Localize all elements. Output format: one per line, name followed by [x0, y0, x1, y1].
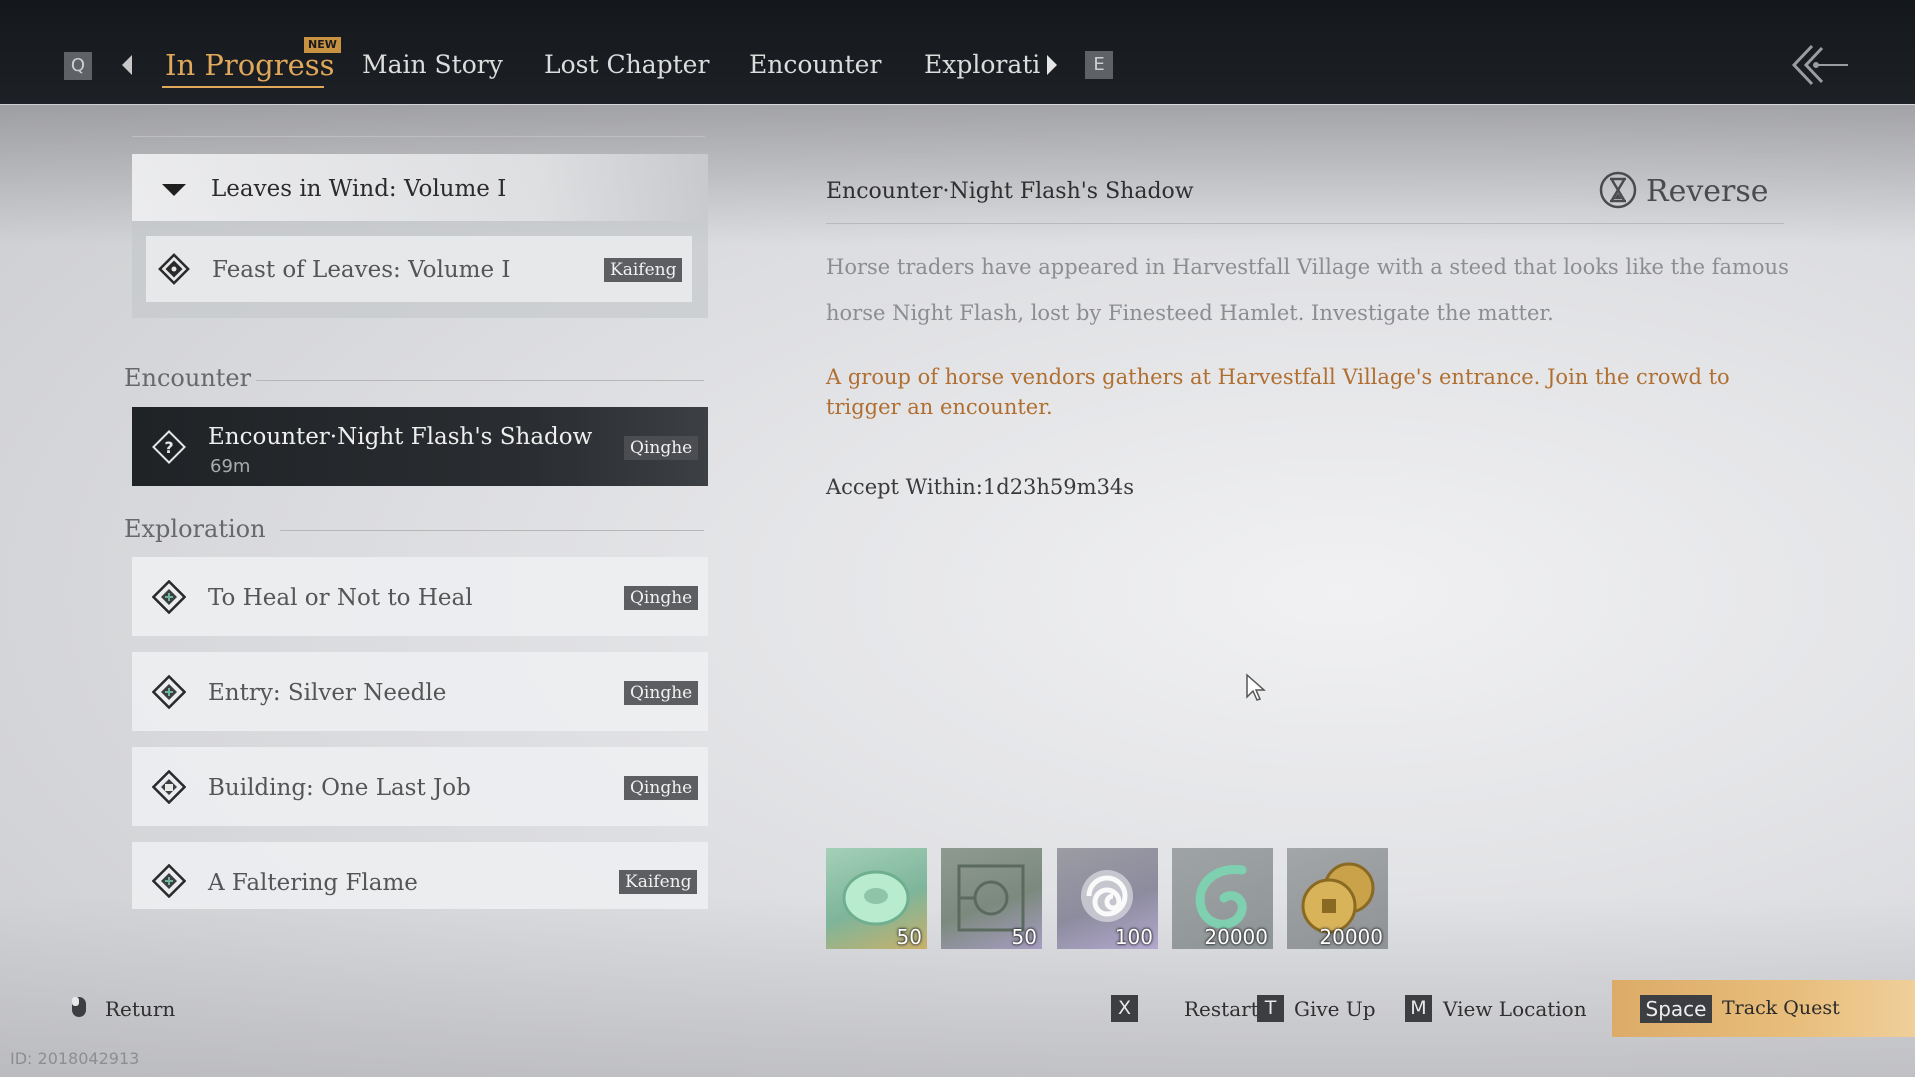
exploration-diamond-icon — [152, 580, 186, 614]
detail-title: Encounter·Night Flash's Shadow — [826, 179, 1194, 204]
region-tag: Qinghe — [624, 586, 699, 610]
selected-quest-name: Encounter·Night Flash's Shadow — [208, 424, 593, 450]
tab-encounter[interactable]: Encounter — [749, 50, 881, 79]
back-arrow-icon[interactable] — [1790, 40, 1850, 90]
section-divider — [256, 380, 704, 381]
new-badge: NEW — [304, 37, 341, 53]
building-diamond-icon — [152, 770, 186, 804]
quest-name: Building: One Last Job — [208, 775, 471, 801]
giveup-key[interactable]: T — [1257, 995, 1284, 1022]
main-quest-diamond-icon — [158, 253, 190, 285]
svg-text:?: ? — [164, 438, 173, 457]
next-tab-key[interactable]: E — [1085, 51, 1113, 79]
quest-name: To Heal or Not to Heal — [208, 585, 473, 611]
reward-coins[interactable]: 20000 — [1287, 848, 1388, 949]
tab-in-progress[interactable]: In Progress — [165, 48, 335, 82]
region-tag: Kaifeng — [604, 258, 683, 282]
region-tag: Qinghe — [624, 436, 699, 460]
quest-distance: 69m — [210, 456, 251, 477]
tab-exploration[interactable]: Explorati — [924, 50, 1040, 79]
reward-qty: 50 — [1011, 925, 1037, 949]
collapse-triangle-icon[interactable] — [162, 184, 186, 196]
mouse-cursor-icon — [1246, 673, 1266, 701]
list-top-divider — [132, 136, 705, 137]
reward-jade-ring[interactable]: 50 — [826, 848, 927, 949]
reward-spiral-essence[interactable]: 100 — [1057, 848, 1158, 949]
view-location-key[interactable]: M — [1405, 995, 1432, 1022]
volume-title: Leaves in Wind: Volume I — [211, 176, 507, 202]
exploration-diamond-icon — [152, 675, 186, 709]
tab-main-story[interactable]: Main Story — [362, 50, 503, 79]
reward-qty: 50 — [896, 925, 922, 949]
region-tag: Qinghe — [624, 776, 699, 800]
reward-qty: 20000 — [1319, 925, 1383, 949]
reward-qty: 100 — [1114, 925, 1153, 949]
hourglass-icon[interactable] — [1598, 170, 1638, 210]
restart-button[interactable]: Restart — [1184, 997, 1259, 1021]
quest-description: Horse traders have appeared in Harvestfa… — [826, 255, 1789, 325]
region-tag: Kaifeng — [619, 870, 698, 894]
view-location-button[interactable]: View Location — [1443, 997, 1587, 1021]
quest-name: A Faltering Flame — [208, 870, 418, 896]
reward-wind-swirl[interactable]: 20000 — [1172, 848, 1273, 949]
quest-name: Feast of Leaves: Volume I — [212, 257, 511, 283]
space-key[interactable]: Space — [1640, 995, 1712, 1023]
mouse-icon — [72, 997, 86, 1017]
tab-scroll-left-icon[interactable] — [122, 55, 132, 75]
accept-timer: Accept Within:1d23h59m34s — [826, 475, 1135, 499]
quest-hint: A group of horse vendors gathers at Harv… — [826, 365, 1730, 419]
section-divider — [280, 530, 704, 531]
region-tag: Qinghe — [624, 681, 699, 705]
prev-tab-key[interactable]: Q — [64, 52, 92, 80]
reward-manual[interactable]: 50 — [941, 848, 1042, 949]
encounter-question-icon: ? — [152, 430, 186, 464]
player-id: ID: 2018042913 — [10, 1049, 140, 1068]
active-tab-underline — [162, 86, 324, 88]
giveup-button[interactable]: Give Up — [1294, 997, 1376, 1021]
tab-scroll-right-icon[interactable] — [1047, 55, 1057, 75]
detail-divider — [826, 223, 1784, 224]
exploration-diamond-icon — [152, 864, 186, 898]
reward-qty: 20000 — [1204, 925, 1268, 949]
section-exploration-label: Exploration — [124, 515, 266, 543]
track-quest-label: Track Quest — [1722, 997, 1840, 1019]
tab-lost-chapter[interactable]: Lost Chapter — [544, 50, 709, 79]
restart-key[interactable]: X — [1111, 995, 1138, 1022]
quest-name: Entry: Silver Needle — [208, 680, 447, 706]
reverse-button[interactable]: Reverse — [1646, 174, 1769, 209]
return-button[interactable]: Return — [105, 997, 175, 1021]
section-encounter-label: Encounter — [124, 364, 252, 392]
